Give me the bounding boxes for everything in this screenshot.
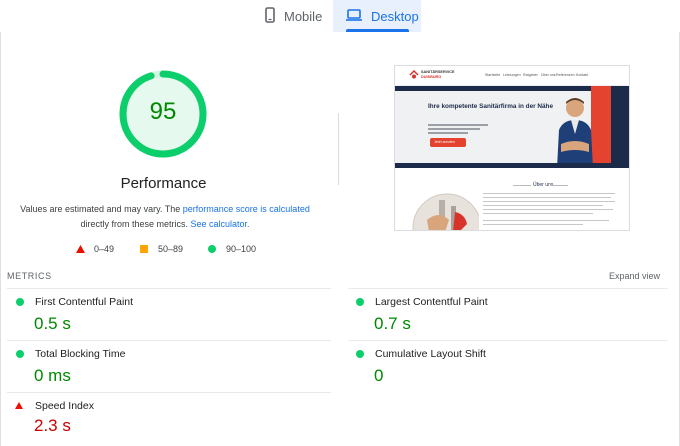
tab-desktop-label: Desktop xyxy=(371,8,419,24)
legend-average: 50–89 xyxy=(140,243,183,255)
calculator-link[interactable]: See calculator. xyxy=(190,219,249,229)
smartphone-icon xyxy=(265,6,275,26)
si-fail-icon xyxy=(15,402,23,409)
cls-name: Cumulative Layout Shift xyxy=(375,348,486,360)
si-value: 2.3 s xyxy=(34,416,71,435)
disclaimer-text-2: directly from these metrics. xyxy=(80,219,191,229)
thumb-plumber-photo xyxy=(557,98,593,168)
tbt-value: 0 ms xyxy=(34,366,71,385)
metrics-divider-right-top xyxy=(348,288,668,289)
final-screenshot-thumbnail: SANITÄRSERVICE DUISBURG Startseite Leist… xyxy=(394,65,630,231)
thumb-logo-icon xyxy=(409,70,419,79)
legend-average-label: 50–89 xyxy=(158,244,184,254)
metrics-divider xyxy=(7,340,331,341)
cls-pass-icon xyxy=(356,350,364,358)
thumb-about-section: Über uns xyxy=(395,168,629,230)
thumb-logo-line2: DUISBURG xyxy=(421,75,442,79)
fail-triangle-icon xyxy=(76,245,85,253)
si-name: Speed Index xyxy=(35,400,94,412)
pass-circle-icon xyxy=(208,245,216,253)
lcp-name: Largest Contentful Paint xyxy=(375,296,488,308)
thumb-nav-3: Ratgeber xyxy=(523,73,538,77)
score-calculation-link[interactable]: performance score is calculated xyxy=(183,204,310,214)
thumb-logo-line1: SANITÄRSERVICE xyxy=(421,70,455,74)
tab-mobile-label: Mobile xyxy=(284,8,323,24)
legend-pass: 90–100 xyxy=(208,243,256,255)
lcp-pass-icon xyxy=(356,298,364,306)
device-tabs: Mobile Desktop xyxy=(0,0,680,32)
tab-mobile[interactable]: Mobile xyxy=(265,0,333,32)
thumb-site-header: SANITÄRSERVICE DUISBURG Startseite Leist… xyxy=(395,66,629,86)
metrics-divider-left-top xyxy=(7,288,331,289)
metrics-divider xyxy=(7,392,331,393)
thumb-nav-5: Referenzen xyxy=(556,73,575,77)
tbt-pass-icon xyxy=(16,350,24,358)
score-category-title: Performance xyxy=(120,175,207,192)
laptop-icon xyxy=(346,8,362,24)
thumb-nav-6: Kontakt xyxy=(576,73,589,77)
tab-desktop[interactable]: Desktop xyxy=(333,0,421,32)
fcp-value: 0.5 s xyxy=(34,314,71,333)
lcp-value: 0.7 s xyxy=(374,314,411,333)
tbt-name: Total Blocking Time xyxy=(35,348,126,360)
metrics-header: METRICS xyxy=(7,271,52,281)
expand-view-toggle[interactable]: Expand view xyxy=(609,271,660,281)
legend-pass-label: 90–100 xyxy=(226,244,257,254)
thumb-nav-2: Leistungen xyxy=(503,73,521,77)
thumb-nav-1: Startseite xyxy=(485,73,501,77)
cls-value: 0 xyxy=(374,366,384,385)
score-value: 95 xyxy=(149,98,177,125)
legend-fail-label: 0–49 xyxy=(94,244,115,254)
fcp-name: First Contentful Paint xyxy=(35,296,134,308)
disclaimer-text-1: Values are estimated and may vary. The xyxy=(20,204,183,214)
thumb-headline: Ihre kompetente Sanitärfirma in der Nähe xyxy=(428,103,554,110)
vertical-divider xyxy=(338,113,339,185)
fcp-pass-icon xyxy=(16,298,24,306)
thumb-about-photo xyxy=(412,193,479,230)
metrics-divider xyxy=(348,340,668,341)
thumb-cta: Jetzt anrufen xyxy=(434,140,455,144)
legend-fail: 0–49 xyxy=(76,243,114,255)
average-square-icon xyxy=(140,245,148,253)
thumb-nav-4: Über uns xyxy=(541,73,556,77)
disclaimer: Values are estimated and may vary. The p… xyxy=(20,202,310,232)
thumb-hero: Ihre kompetente Sanitärfirma in der Nähe… xyxy=(395,86,629,168)
